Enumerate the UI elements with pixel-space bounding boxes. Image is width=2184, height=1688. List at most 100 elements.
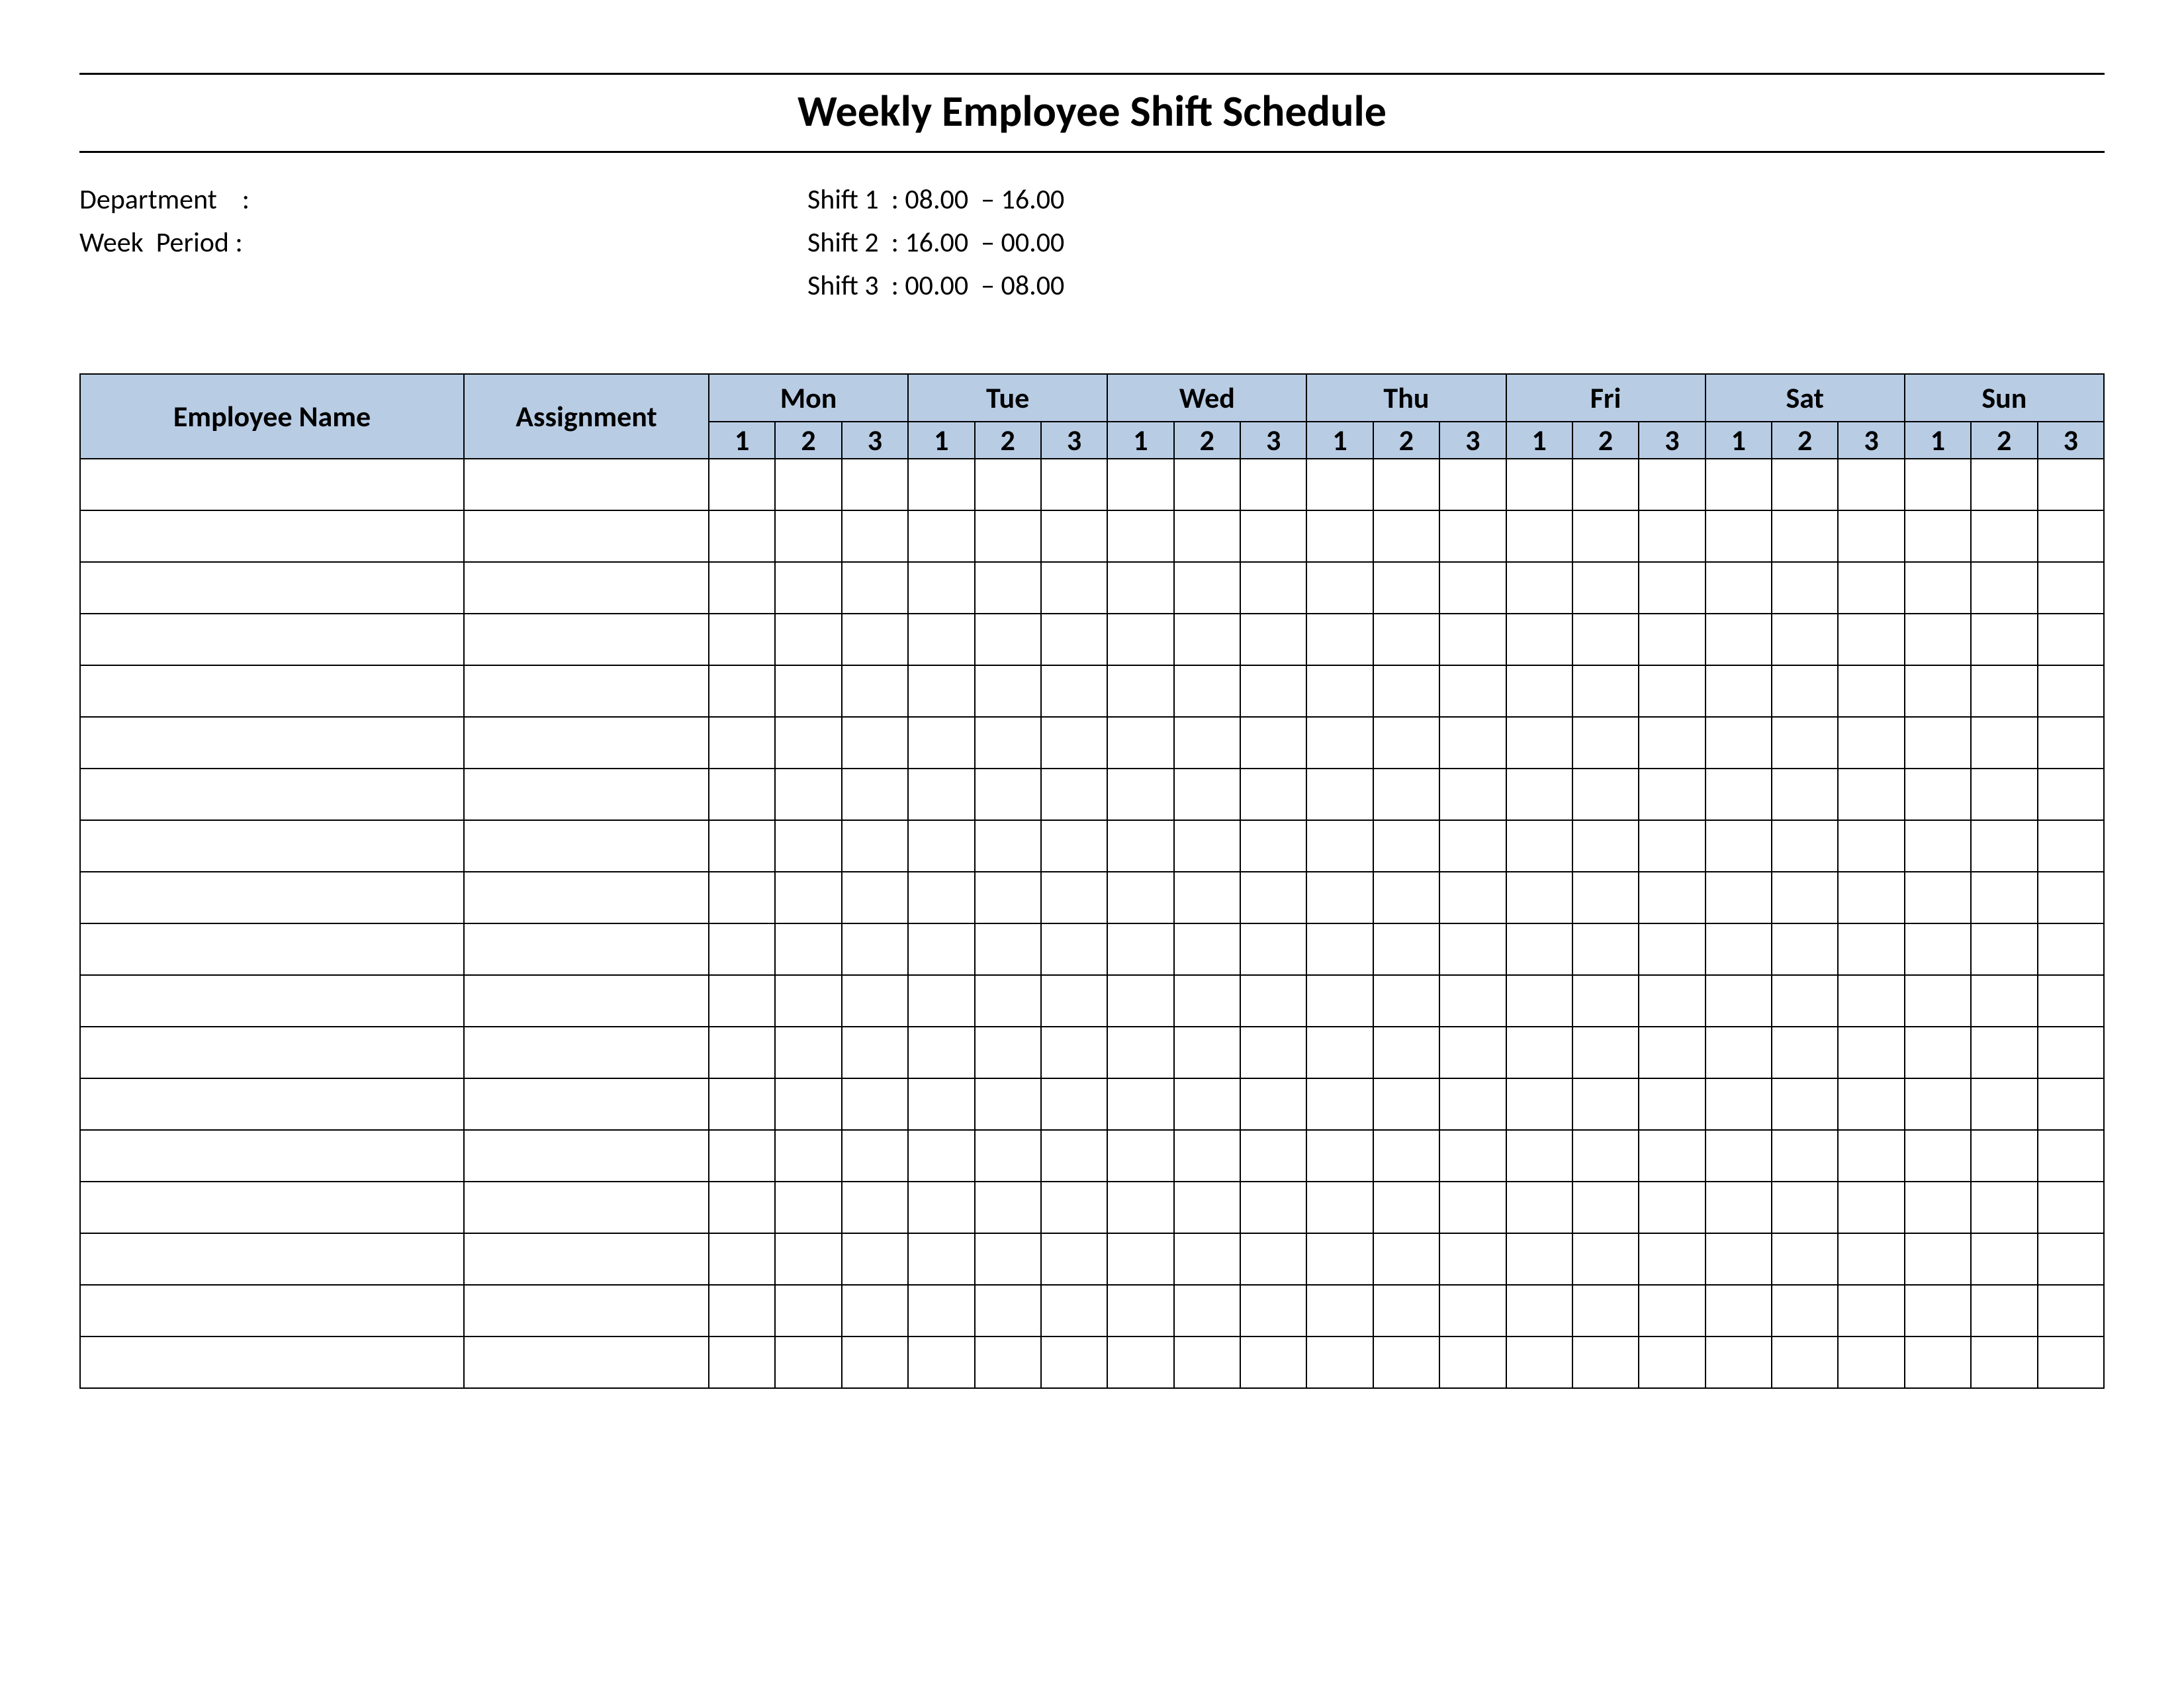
shift-cell[interactable] — [1439, 459, 1506, 510]
shift-cell[interactable] — [1838, 665, 1904, 717]
employee-name-cell[interactable] — [80, 1130, 464, 1182]
shift-cell[interactable] — [1240, 1130, 1306, 1182]
assignment-cell[interactable] — [464, 1130, 709, 1182]
shift-cell[interactable] — [1838, 510, 1904, 562]
shift-cell[interactable] — [1838, 717, 1904, 769]
shift-cell[interactable] — [1706, 1182, 1772, 1233]
shift-cell[interactable] — [1639, 872, 1705, 923]
shift-cell[interactable] — [1041, 717, 1107, 769]
shift-cell[interactable] — [1572, 923, 1639, 975]
shift-cell[interactable] — [975, 872, 1041, 923]
assignment-cell[interactable] — [464, 1078, 709, 1130]
shift-cell[interactable] — [1706, 1130, 1772, 1182]
shift-cell[interactable] — [1772, 1182, 1838, 1233]
shift-cell[interactable] — [1373, 1336, 1439, 1388]
employee-name-cell[interactable] — [80, 717, 464, 769]
shift-cell[interactable] — [775, 820, 841, 872]
shift-cell[interactable] — [1506, 510, 1572, 562]
shift-cell[interactable] — [1240, 1027, 1306, 1078]
shift-cell[interactable] — [1240, 820, 1306, 872]
shift-cell[interactable] — [2038, 459, 2105, 510]
shift-cell[interactable] — [842, 1233, 908, 1285]
shift-cell[interactable] — [2038, 665, 2105, 717]
shift-cell[interactable] — [1772, 975, 1838, 1027]
shift-cell[interactable] — [2038, 1233, 2105, 1285]
shift-cell[interactable] — [1506, 1336, 1572, 1388]
assignment-cell[interactable] — [464, 717, 709, 769]
shift-cell[interactable] — [975, 665, 1041, 717]
shift-cell[interactable] — [1772, 562, 1838, 614]
shift-cell[interactable] — [1506, 614, 1572, 665]
shift-cell[interactable] — [1639, 1130, 1705, 1182]
shift-cell[interactable] — [908, 717, 974, 769]
assignment-cell[interactable] — [464, 665, 709, 717]
shift-cell[interactable] — [1838, 975, 1904, 1027]
shift-cell[interactable] — [1174, 459, 1240, 510]
shift-cell[interactable] — [1373, 872, 1439, 923]
shift-cell[interactable] — [1706, 562, 1772, 614]
employee-name-cell[interactable] — [80, 665, 464, 717]
shift-cell[interactable] — [709, 1027, 775, 1078]
shift-cell[interactable] — [775, 1336, 841, 1388]
shift-cell[interactable] — [709, 510, 775, 562]
shift-cell[interactable] — [1041, 510, 1107, 562]
shift-cell[interactable] — [1306, 975, 1373, 1027]
assignment-cell[interactable] — [464, 614, 709, 665]
shift-cell[interactable] — [1838, 872, 1904, 923]
shift-cell[interactable] — [1306, 562, 1373, 614]
shift-cell[interactable] — [775, 1233, 841, 1285]
shift-cell[interactable] — [1905, 665, 1971, 717]
assignment-cell[interactable] — [464, 872, 709, 923]
shift-cell[interactable] — [842, 459, 908, 510]
shift-cell[interactable] — [1174, 1285, 1240, 1336]
shift-cell[interactable] — [842, 769, 908, 820]
shift-cell[interactable] — [1905, 923, 1971, 975]
shift-cell[interactable] — [842, 1285, 908, 1336]
shift-cell[interactable] — [1174, 562, 1240, 614]
shift-cell[interactable] — [1506, 1285, 1572, 1336]
assignment-cell[interactable] — [464, 1182, 709, 1233]
shift-cell[interactable] — [1905, 872, 1971, 923]
shift-cell[interactable] — [1041, 975, 1107, 1027]
shift-cell[interactable] — [1107, 820, 1173, 872]
shift-cell[interactable] — [775, 1078, 841, 1130]
assignment-cell[interactable] — [464, 769, 709, 820]
shift-cell[interactable] — [1572, 614, 1639, 665]
shift-cell[interactable] — [709, 923, 775, 975]
assignment-cell[interactable] — [464, 1233, 709, 1285]
shift-cell[interactable] — [975, 614, 1041, 665]
shift-cell[interactable] — [1174, 1027, 1240, 1078]
shift-cell[interactable] — [1838, 1285, 1904, 1336]
shift-cell[interactable] — [1506, 769, 1572, 820]
shift-cell[interactable] — [1905, 1182, 1971, 1233]
shift-cell[interactable] — [1107, 1233, 1173, 1285]
shift-cell[interactable] — [775, 665, 841, 717]
shift-cell[interactable] — [842, 1130, 908, 1182]
shift-cell[interactable] — [1706, 975, 1772, 1027]
shift-cell[interactable] — [842, 923, 908, 975]
shift-cell[interactable] — [1772, 872, 1838, 923]
shift-cell[interactable] — [1639, 510, 1705, 562]
shift-cell[interactable] — [1041, 820, 1107, 872]
shift-cell[interactable] — [1174, 769, 1240, 820]
shift-cell[interactable] — [1706, 614, 1772, 665]
employee-name-cell[interactable] — [80, 510, 464, 562]
shift-cell[interactable] — [1838, 562, 1904, 614]
shift-cell[interactable] — [1041, 1336, 1107, 1388]
shift-cell[interactable] — [2038, 614, 2105, 665]
shift-cell[interactable] — [908, 1078, 974, 1130]
shift-cell[interactable] — [1107, 717, 1173, 769]
assignment-cell[interactable] — [464, 975, 709, 1027]
shift-cell[interactable] — [1306, 510, 1373, 562]
assignment-cell[interactable] — [464, 510, 709, 562]
shift-cell[interactable] — [1706, 1285, 1772, 1336]
shift-cell[interactable] — [975, 562, 1041, 614]
shift-cell[interactable] — [1439, 562, 1506, 614]
shift-cell[interactable] — [1971, 1233, 2037, 1285]
employee-name-cell[interactable] — [80, 614, 464, 665]
shift-cell[interactable] — [1107, 1078, 1173, 1130]
shift-cell[interactable] — [1706, 872, 1772, 923]
shift-cell[interactable] — [1971, 769, 2037, 820]
shift-cell[interactable] — [1706, 923, 1772, 975]
shift-cell[interactable] — [1240, 1336, 1306, 1388]
